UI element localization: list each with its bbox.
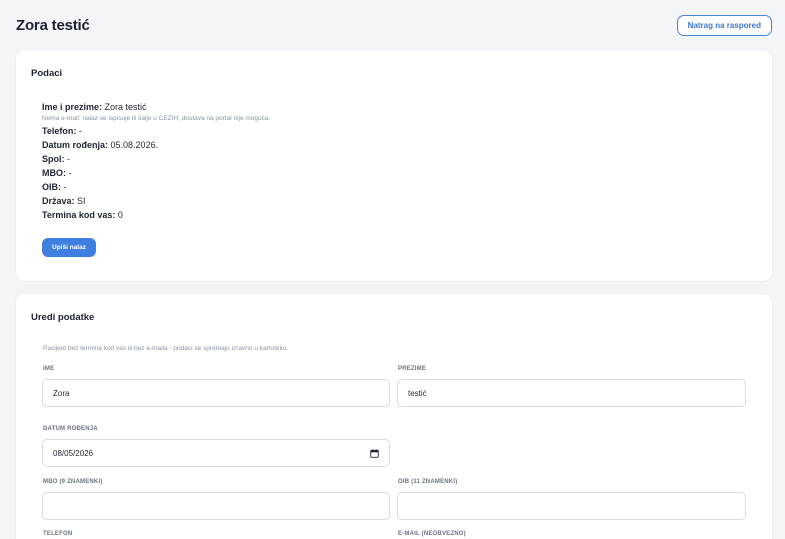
info-value: 05.08.2026. (110, 140, 159, 150)
info-label: MBO: (42, 168, 66, 178)
calendar-icon[interactable] (370, 449, 379, 458)
ime-label: IME (43, 366, 55, 372)
info-label: Spol: (42, 154, 65, 164)
page-title: Zora testić (16, 16, 90, 34)
edit-note: Pacijent bez termina kod vas ili bez e-m… (43, 345, 289, 352)
mbo-label: MBO (9 ZNAMENKI) (43, 479, 103, 485)
info-label: Telefon: (42, 126, 77, 136)
info-label: Datum rođenja: (42, 140, 109, 150)
info-row-country: Država: SI (42, 194, 542, 208)
podaci-card-title: Podaci (31, 68, 63, 79)
telefon-label: TELEFON (43, 531, 73, 537)
info-value: Zora testić (104, 102, 147, 112)
info-label: Država: (42, 196, 75, 206)
info-label: Termina kod vas: (42, 210, 116, 220)
back-to-schedule-button[interactable]: Natrag na raspored (676, 14, 772, 36)
info-value: - (63, 182, 67, 192)
ime-input[interactable]: Zora (42, 379, 390, 407)
birthdate-input[interactable]: 08/05/2026 (42, 439, 390, 467)
edit-card: Uredi podatke Pacijent bez termina kod v… (16, 294, 772, 539)
info-row-oib: OIB: - (42, 180, 542, 194)
ime-value: Zora (53, 388, 70, 398)
prezime-label: PREZIME (398, 366, 427, 372)
info-value: - (78, 126, 82, 136)
datum-value: 08/05/2026 (53, 448, 94, 458)
info-row-phone: Telefon: - (42, 124, 542, 138)
info-label: OIB: (42, 182, 61, 192)
datum-label: DATUM ROĐENJA (43, 426, 98, 432)
info-value: - (68, 168, 72, 178)
info-row-appointments: Termina kod vas: 0 (42, 208, 542, 222)
page-header: Zora testić Natrag na raspored (16, 14, 772, 36)
info-row-sex: Spol: - (42, 152, 542, 166)
info-value: 0 (117, 210, 123, 220)
prezime-input[interactable]: testić (397, 379, 746, 407)
prezime-value: testić (408, 388, 427, 398)
podaci-card: Podaci Ime i prezime: Zora testić Nema e… (16, 50, 772, 281)
info-row-mbo: MBO: - (42, 166, 542, 180)
info-value: - (67, 154, 71, 164)
edit-card-title: Uredi podatke (31, 312, 95, 323)
info-row-name: Ime i prezime: Zora testić (42, 100, 542, 114)
oib-label: OIB (11 ZNAMENKI) (398, 479, 458, 485)
patient-info: Ime i prezime: Zora testić Nema e-mail: … (42, 100, 542, 222)
no-email-note: Nema e-mail: nalaz se ispisuje ili šalje… (42, 115, 271, 122)
info-label: Ime i prezime: (42, 102, 103, 112)
enter-report-button[interactable]: Upiši nalaz (42, 238, 96, 257)
oib-input[interactable] (397, 492, 746, 520)
mbo-input[interactable] (42, 492, 390, 520)
email-label: E-MAIL (NEOBVEZNO) (398, 531, 466, 537)
info-row-birthdate: Datum rođenja: 05.08.2026. (42, 138, 542, 152)
info-value: SI (77, 196, 86, 206)
